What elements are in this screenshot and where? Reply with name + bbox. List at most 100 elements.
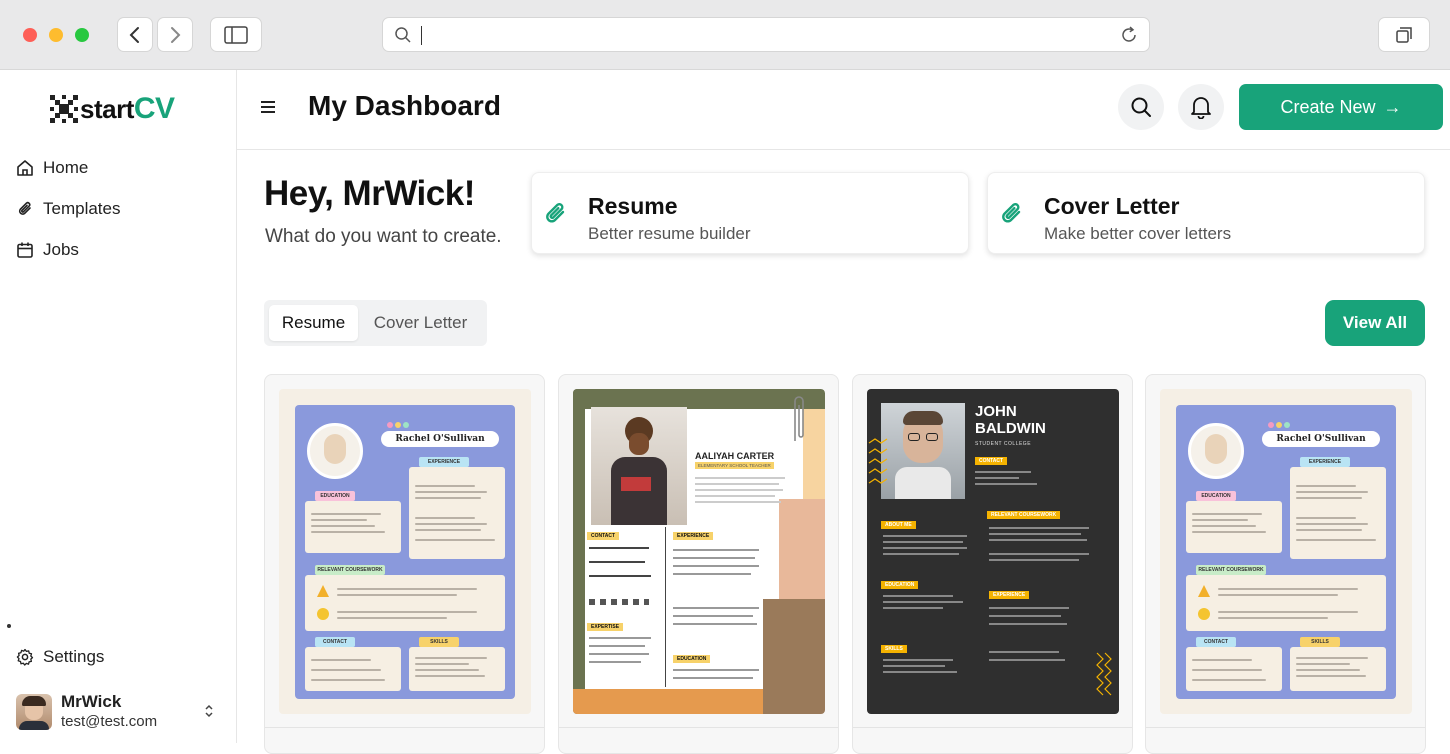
chevron-left-icon (129, 26, 139, 43)
document-type-tabs: Resume Cover Letter (264, 300, 487, 346)
tab-cover-letter[interactable]: Cover Letter (362, 305, 479, 341)
card-divider (1146, 727, 1425, 728)
profile-photo (881, 403, 965, 499)
minimize-window-button[interactable] (49, 28, 63, 42)
user-menu[interactable]: MrWick test@test.com (16, 692, 221, 732)
profile-photo (1188, 423, 1244, 479)
section-label: EXPERIENCE (673, 532, 714, 540)
template-thumbnail: JOHN BALDWIN STUDENT COLLEGE CONTACT REL… (867, 389, 1119, 714)
paperclip-icon (18, 201, 31, 215)
chevron-up-down-icon (205, 704, 213, 718)
address-bar[interactable] (382, 17, 1150, 52)
section-label: EXPERIENCE (989, 591, 1030, 599)
reload-icon[interactable] (1119, 25, 1139, 45)
sidebar-item-label: Settings (43, 647, 105, 666)
tab-resume[interactable]: Resume (269, 305, 358, 341)
resume-role: STUDENT COLLEGE (975, 441, 1032, 447)
logo-text: startCV (80, 92, 175, 126)
section-label: SKILLS (1300, 637, 1340, 647)
menu-icon[interactable] (260, 100, 276, 114)
logo-suffix: CV (133, 92, 175, 125)
greeting-heading: Hey, MrWick! (264, 174, 475, 213)
card-title: Cover Letter (1044, 193, 1180, 219)
section-label: EXPERIENCE (1300, 457, 1350, 467)
section-label: EXPERTISE (587, 623, 624, 631)
section-label: EDUCATION (673, 655, 711, 663)
profile-photo (591, 407, 687, 525)
sidebar-item-label: Jobs (43, 240, 79, 259)
create-new-label: Create New (1280, 96, 1376, 117)
card-title: Resume (588, 193, 678, 219)
sidebar-dot (7, 624, 11, 628)
user-email: test@test.com (61, 713, 158, 730)
tabs-overview-button[interactable] (1378, 17, 1430, 52)
text-caret (421, 26, 422, 45)
resume-name: AALIYAH CARTER (695, 451, 775, 461)
back-button[interactable] (117, 17, 153, 52)
create-new-button[interactable]: Create New → (1239, 84, 1443, 130)
section-label: EDUCATION (315, 491, 355, 501)
template-card[interactable]: Rachel O'Sullivan EXPERIENCE EDUCATION R… (264, 374, 545, 754)
view-all-button[interactable]: View All (1325, 300, 1425, 346)
sidebar-item-templates[interactable]: Templates (16, 197, 120, 221)
sidebar-item-settings[interactable]: Settings (16, 645, 104, 669)
app-logo[interactable]: startCV (50, 92, 175, 126)
section-label: CONTACT (1196, 637, 1236, 647)
resume-name-first: JOHN (975, 403, 1017, 420)
template-card[interactable]: JOHN BALDWIN STUDENT COLLEGE CONTACT REL… (852, 374, 1133, 754)
section-label: RELEVANT COURSEWORK (315, 565, 385, 575)
search-button[interactable] (1118, 84, 1164, 130)
card-divider (265, 727, 544, 728)
forward-button[interactable] (157, 17, 193, 52)
gear-icon (16, 648, 34, 666)
template-card[interactable]: Rachel O'Sullivan EXPERIENCE EDUCATION R… (1145, 374, 1426, 754)
search-icon (1131, 97, 1151, 117)
zigzag-decoration-icon (1096, 652, 1112, 696)
template-thumbnail: Rachel O'Sullivan EXPERIENCE EDUCATION R… (279, 389, 531, 714)
template-card[interactable]: AALIYAH CARTER ELEMENTARY SCHOOL TEACHER… (558, 374, 839, 754)
sidebar-item-home[interactable]: Home (16, 156, 88, 180)
home-icon (17, 160, 33, 176)
section-label: EDUCATION (881, 581, 919, 589)
notifications-button[interactable] (1178, 84, 1224, 130)
section-label: CONTACT (587, 532, 620, 540)
resume-name: Rachel O'Sullivan (381, 431, 499, 447)
cover-letter-card[interactable]: Cover Letter Make better cover letters (987, 172, 1425, 254)
sidebar-item-jobs[interactable]: Jobs (16, 238, 79, 262)
greeting-subtitle: What do you want to create. (265, 226, 502, 247)
section-label: SKILLS (881, 645, 907, 653)
sidebar-item-label: Home (43, 158, 89, 177)
zigzag-decoration-icon (868, 438, 888, 484)
user-name: MrWick (61, 692, 122, 711)
tabs-icon (1396, 26, 1412, 43)
resume-name: Rachel O'Sullivan (1262, 431, 1380, 447)
section-label: RELEVANT COURSEWORK (987, 511, 1061, 519)
paperclip-icon (546, 203, 565, 223)
close-window-button[interactable] (23, 28, 37, 42)
paperclip-icon (1002, 203, 1021, 223)
card-subtitle: Better resume builder (588, 224, 751, 243)
avatar (16, 694, 52, 730)
section-label: EXPERIENCE (419, 457, 469, 467)
logo-mark-icon (50, 95, 78, 123)
sidebar: startCV Home Templates Jobs Settings MrW… (0, 70, 237, 743)
top-header: My Dashboard Create New → (237, 70, 1450, 150)
paperclip-icon (794, 396, 804, 441)
resume-card[interactable]: Resume Better resume builder (531, 172, 969, 254)
card-divider (559, 727, 838, 728)
logo-prefix: start (80, 94, 134, 124)
section-label: ABOUT ME (881, 521, 916, 529)
bell-icon (1191, 97, 1211, 119)
profile-photo (307, 423, 363, 479)
arrow-right-icon: → (1383, 96, 1402, 117)
calendar-icon (17, 242, 33, 258)
maximize-window-button[interactable] (75, 28, 89, 42)
section-label: SKILLS (419, 637, 459, 647)
sidebar-item-label: Templates (43, 199, 121, 218)
section-label: RELEVANT COURSEWORK (1196, 565, 1266, 575)
section-label: EDUCATION (1196, 491, 1236, 501)
chevron-right-icon (171, 26, 181, 43)
sidebar-toggle-button[interactable] (210, 17, 262, 52)
sidebar-icon (224, 25, 248, 44)
browser-chrome (0, 0, 1450, 70)
